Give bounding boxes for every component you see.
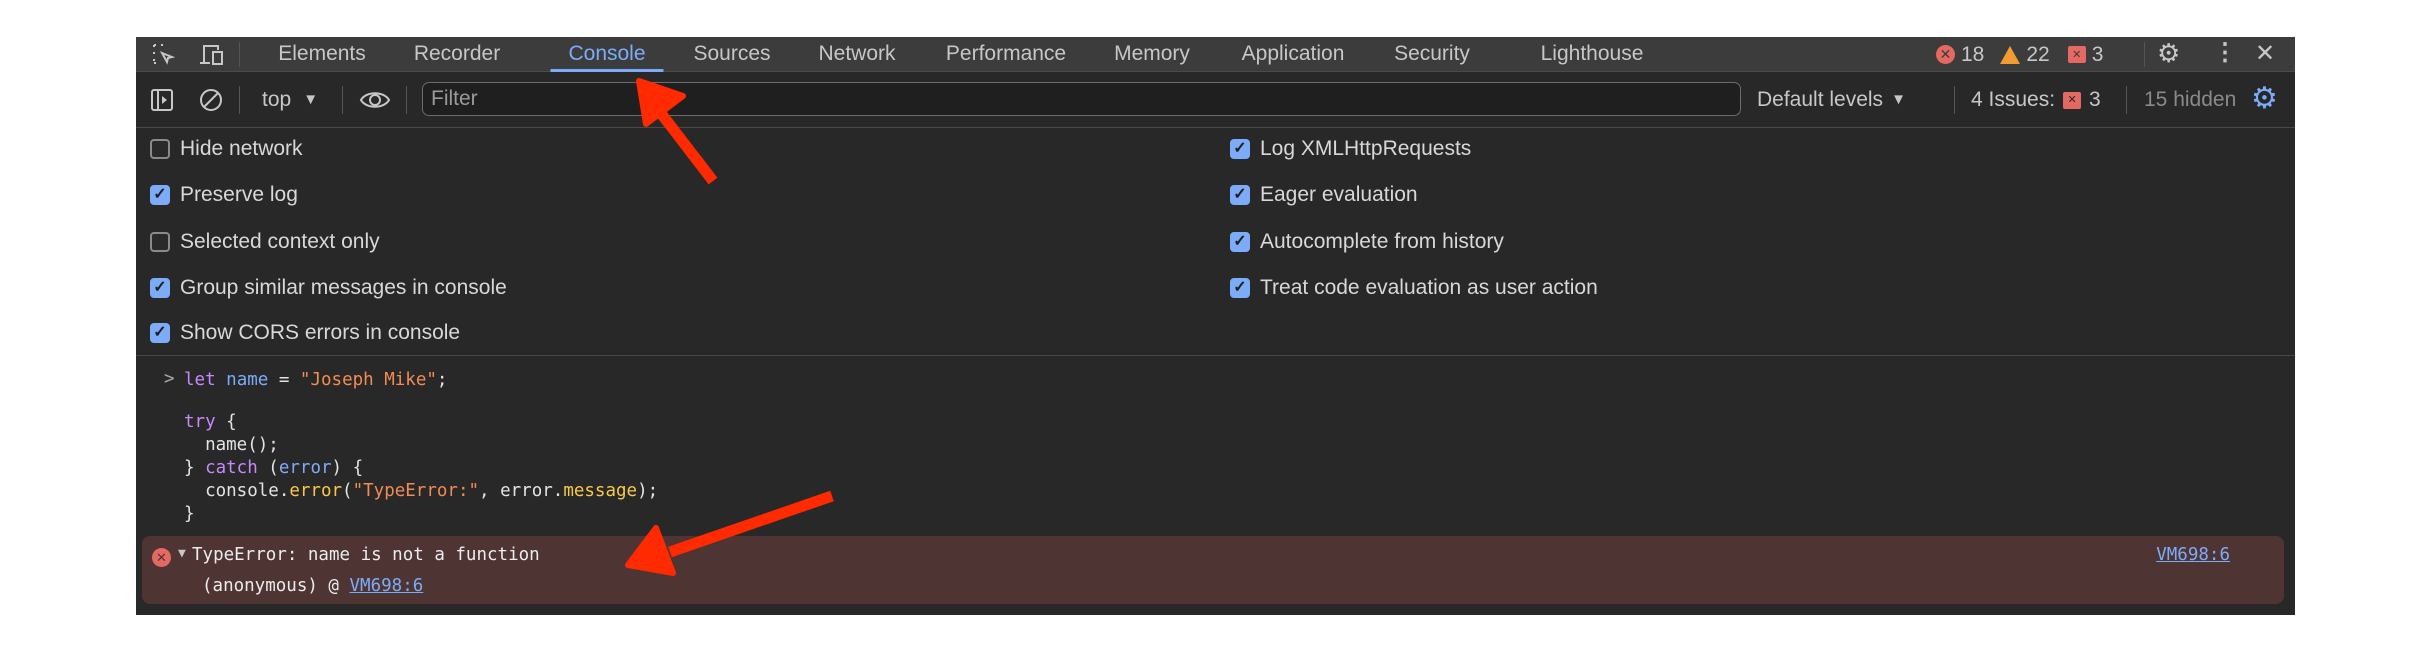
annotation-arrow-error (625, 490, 834, 576)
annotation-arrow-console-tab (636, 78, 718, 185)
annotation-arrows (625, 78, 834, 576)
